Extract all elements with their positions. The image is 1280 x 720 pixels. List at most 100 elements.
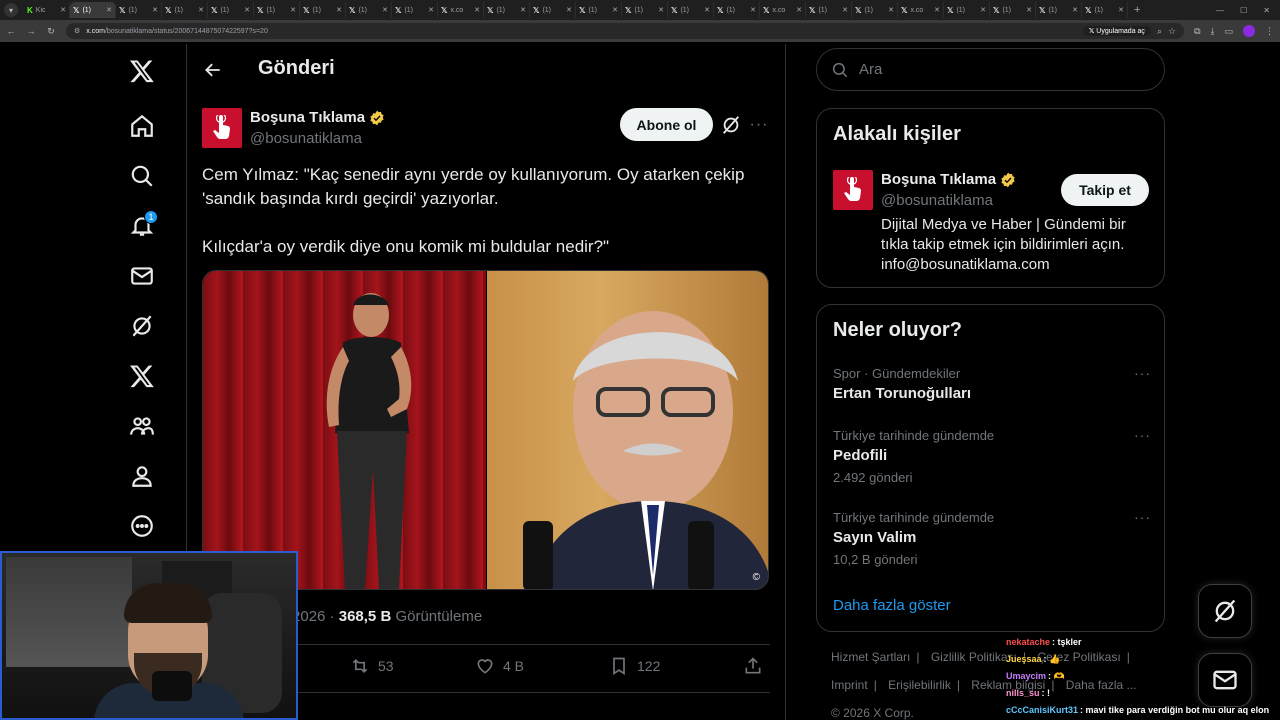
tab-close-icon[interactable]: ✕ (198, 6, 204, 14)
person-icon[interactable] (120, 454, 164, 498)
browser-tab[interactable]: 𝕏 (1) ✕ (944, 2, 990, 18)
chat-username[interactable]: nekatache (1006, 637, 1050, 647)
browser-tab[interactable]: 𝕏 (1) ✕ (806, 2, 852, 18)
browser-tab[interactable]: 𝕏x.co ✕ (760, 2, 806, 18)
browser-tab[interactable]: 𝕏 (1) ✕ (116, 2, 162, 18)
search-input[interactable] (859, 61, 1139, 78)
site-info-icon[interactable]: ⚙ (74, 27, 80, 35)
browser-tab[interactable]: 𝕏 (1) ✕ (668, 2, 714, 18)
tab-close-icon[interactable]: ✕ (1072, 6, 1078, 14)
sidebar-icon[interactable]: ▭ (1224, 26, 1233, 37)
browser-tab[interactable]: 𝕏 (1) ✕ (1082, 2, 1128, 18)
tab-close-icon[interactable]: ✕ (152, 6, 158, 14)
browser-tab[interactable]: 𝕏 (1) ✕ (70, 2, 116, 18)
tab-search-icon[interactable]: ▾ (4, 3, 18, 17)
bookmark-button[interactable]: 122 (609, 656, 660, 676)
trend-more-icon[interactable]: ··· (1134, 427, 1151, 443)
browser-tab[interactable]: 𝕏 (1) ✕ (484, 2, 530, 18)
tab-close-icon[interactable]: ✕ (658, 6, 664, 14)
browser-tab[interactable]: 𝕏 (1) ✕ (392, 2, 438, 18)
tab-close-icon[interactable]: ✕ (106, 6, 112, 14)
tab-close-icon[interactable]: ✕ (934, 6, 940, 14)
search-icon[interactable] (120, 154, 164, 198)
grok-icon[interactable] (120, 304, 164, 348)
footer-link-imprint[interactable]: Imprint (831, 678, 868, 692)
author-avatar[interactable] (202, 108, 242, 148)
chat-username[interactable]: nills_su (1006, 688, 1040, 698)
zoom-icon[interactable]: ⌕ (1157, 26, 1162, 37)
minimize-icon[interactable]: — (1216, 6, 1224, 15)
back-nav-icon[interactable]: ← (6, 26, 16, 36)
maximize-icon[interactable]: ☐ (1240, 6, 1247, 15)
chat-username[interactable]: cCcCanisiKurt31 (1006, 705, 1078, 715)
like-button[interactable]: 4 B (475, 656, 524, 676)
mail-icon[interactable] (120, 254, 164, 298)
subscribe-button[interactable]: Abone ol (620, 108, 713, 141)
browser-tab[interactable]: 𝕏 (1) ✕ (576, 2, 622, 18)
tab-close-icon[interactable]: ✕ (382, 6, 388, 14)
browser-tab[interactable]: 𝕏x.co ✕ (898, 2, 944, 18)
browser-tab[interactable]: 𝕏 (1) ✕ (346, 2, 392, 18)
search-box[interactable] (816, 48, 1165, 91)
bell-icon[interactable]: 1 (120, 204, 164, 248)
footer-link-accessibility[interactable]: Erişilebilirlik (888, 678, 951, 692)
chat-username[interactable]: Jueşsaa (1006, 654, 1042, 664)
retweet-button[interactable]: 53 (350, 656, 394, 676)
browser-tab[interactable]: 𝕏 (1) ✕ (254, 2, 300, 18)
tab-close-icon[interactable]: ✕ (60, 6, 66, 14)
post-more-icon[interactable]: ··· (748, 114, 770, 136)
back-arrow-icon[interactable] (201, 58, 225, 82)
grok-fab-button[interactable] (1198, 584, 1252, 638)
tab-close-icon[interactable]: ✕ (888, 6, 894, 14)
extensions-icon[interactable]: ⧉ (1194, 26, 1200, 37)
close-window-icon[interactable]: ✕ (1263, 6, 1270, 15)
browser-tab[interactable]: 𝕏 (1) ✕ (1036, 2, 1082, 18)
bookmark-star-icon[interactable]: ☆ (1168, 26, 1176, 37)
tab-close-icon[interactable]: ✕ (750, 6, 756, 14)
footer-link-terms[interactable]: Hizmet Şartları (831, 650, 910, 664)
tab-close-icon[interactable]: ✕ (1026, 6, 1032, 14)
browser-tab[interactable]: 𝕏 (1) ✕ (990, 2, 1036, 18)
tab-close-icon[interactable]: ✕ (566, 6, 572, 14)
related-handle[interactable]: @bosunatiklama (881, 192, 993, 209)
tab-close-icon[interactable]: ✕ (1118, 6, 1124, 14)
url-field[interactable]: ⚙ x.com/bosunatiklama/status/20067144875… (66, 23, 1185, 39)
tab-close-icon[interactable]: ✕ (704, 6, 710, 14)
tab-close-icon[interactable]: ✕ (612, 6, 618, 14)
new-tab-icon[interactable]: + (1134, 4, 1140, 16)
browser-tab[interactable]: K Kic ✕ (24, 2, 70, 18)
reload-icon[interactable]: ↻ (46, 26, 56, 37)
verified-badge-icon[interactable] (369, 110, 385, 126)
more-circle-icon[interactable] (120, 504, 164, 548)
trend-item[interactable]: Türkiye tarihinde gündemde Pedofili 2.49… (833, 427, 1151, 489)
tab-close-icon[interactable]: ✕ (290, 6, 296, 14)
download-icon[interactable]: ⤓ (1211, 26, 1215, 37)
tab-close-icon[interactable]: ✕ (980, 6, 986, 14)
profile-avatar[interactable] (1243, 25, 1255, 37)
trend-item[interactable]: Spor · Gündemdekiler Ertan Torunoğulları… (833, 365, 1151, 405)
trend-more-icon[interactable]: ··· (1134, 365, 1151, 381)
browser-tab[interactable]: 𝕏 (1) ✕ (300, 2, 346, 18)
grok-explain-icon[interactable] (720, 114, 742, 136)
tab-close-icon[interactable]: ✕ (244, 6, 250, 14)
related-avatar[interactable] (833, 170, 873, 210)
tab-close-icon[interactable]: ✕ (336, 6, 342, 14)
tab-close-icon[interactable]: ✕ (428, 6, 434, 14)
x-logo-icon[interactable] (120, 49, 164, 93)
home-icon[interactable] (120, 104, 164, 148)
post-image[interactable]: © (202, 270, 769, 590)
related-name[interactable]: Boşuna Tıklama (881, 171, 1016, 188)
author-name[interactable]: Boşuna Tıklama (250, 109, 385, 126)
chat-username[interactable]: Umaycim (1006, 671, 1046, 681)
browser-tab[interactable]: 𝕏 (1) ✕ (622, 2, 668, 18)
browser-menu-icon[interactable]: ⋮ (1265, 26, 1274, 37)
open-in-app-button[interactable]: 𝕏 Uygulamada aç (1082, 26, 1151, 36)
browser-tab[interactable]: 𝕏 (1) ✕ (530, 2, 576, 18)
share-button[interactable] (743, 656, 763, 676)
tab-close-icon[interactable]: ✕ (796, 6, 802, 14)
tab-close-icon[interactable]: ✕ (474, 6, 480, 14)
trend-more-icon[interactable]: ··· (1134, 509, 1151, 525)
browser-tab[interactable]: 𝕏 (1) ✕ (714, 2, 760, 18)
people-icon[interactable] (120, 404, 164, 448)
trend-item[interactable]: Türkiye tarihinde gündemde Sayın Valim 1… (833, 509, 1151, 571)
